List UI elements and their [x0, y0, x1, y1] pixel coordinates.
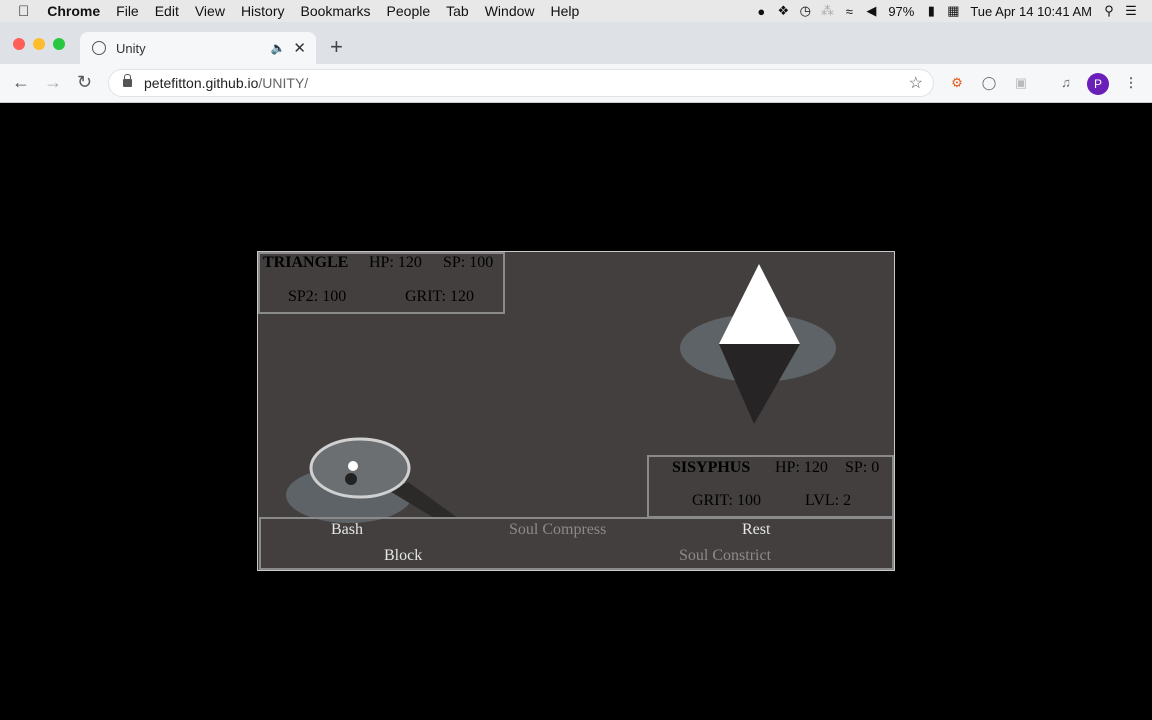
player-hp: HP: 120: [775, 459, 828, 476]
tab-title: Unity: [116, 40, 146, 56]
lock-icon[interactable]: [123, 74, 132, 87]
notification-center-icon[interactable]: ☰: [1120, 3, 1142, 19]
menu-edit[interactable]: Edit: [147, 3, 187, 19]
soul-compress-button[interactable]: Soul Compress: [509, 521, 606, 539]
player-sp: SP: 0: [845, 459, 880, 476]
game-canvas[interactable]: TRIANGLE HP: 120 SP: 100 SP2: 100 GRIT: …: [257, 251, 895, 571]
menu-clock[interactable]: Tue Apr 14 10:41 AM: [964, 4, 1098, 19]
wifi-icon[interactable]: ≈: [838, 4, 860, 19]
apple-menu-icon[interactable]: : [0, 3, 39, 20]
address-bar[interactable]: petefitton.github.io/UNITY/ ☆: [108, 69, 934, 97]
extension-icon-1[interactable]: ⚙: [949, 75, 965, 91]
profile-avatar[interactable]: P: [1087, 73, 1109, 95]
new-tab-button[interactable]: +: [330, 34, 343, 60]
bluetooth-icon[interactable]: ⁂: [816, 3, 838, 19]
enemy-triangle-top: [719, 264, 800, 344]
battery-percent[interactable]: 97%: [882, 4, 920, 19]
chrome-menu-icon[interactable]: ⋮: [1123, 75, 1139, 91]
menu-history[interactable]: History: [233, 3, 293, 19]
keyboard-layout-icon[interactable]: ▦: [942, 3, 964, 19]
player-eye-dark: [345, 473, 357, 485]
elephant-icon[interactable]: ●: [750, 4, 772, 19]
close-tab-icon[interactable]: ✕: [293, 39, 306, 57]
back-button[interactable]: ←: [12, 72, 30, 92]
menu-window[interactable]: Window: [477, 3, 543, 19]
extension-icon-2[interactable]: ◯: [981, 75, 997, 91]
block-button[interactable]: Block: [384, 547, 422, 565]
url-path: /UNITY/: [258, 75, 309, 91]
player-body: [309, 437, 411, 499]
maximize-window-button[interactable]: [53, 38, 65, 50]
dropbox-icon[interactable]: ❖: [772, 3, 794, 19]
enemy-triangle-bottom: [719, 344, 800, 424]
player-eye-white: [348, 461, 358, 471]
enemy-stats-panel: TRIANGLE HP: 120 SP: 100 SP2: 100 GRIT: …: [258, 252, 505, 314]
reload-button[interactable]: ↻: [77, 72, 92, 92]
volume-icon[interactable]: ◀: [860, 3, 882, 19]
enemy-sp: SP: 100: [443, 254, 494, 271]
globe-icon: [92, 41, 106, 55]
enemy-sp2: SP2: 100: [288, 288, 347, 305]
browser-toolbar: ← → ↻ petefitton.github.io/UNITY/ ☆ ⚙ ◯ …: [0, 64, 1152, 103]
player-stats-panel: SISYPHUS HP: 120 SP: 0 GRIT: 100 LVL: 2: [647, 455, 894, 518]
menu-tab[interactable]: Tab: [438, 3, 477, 19]
bash-button[interactable]: Bash: [331, 521, 363, 539]
browser-tab[interactable]: Unity 🔈 ✕: [80, 32, 316, 64]
media-controls-icon[interactable]: ♫: [1058, 75, 1074, 91]
minimize-window-button[interactable]: [33, 38, 45, 50]
time-machine-icon[interactable]: ◷: [794, 3, 816, 19]
battery-icon[interactable]: ▮: [920, 3, 942, 19]
enemy-name: TRIANGLE: [263, 254, 349, 271]
player-lvl: LVL: 2: [805, 492, 852, 509]
menu-bookmarks[interactable]: Bookmarks: [293, 3, 379, 19]
enemy-grit: GRIT: 120: [405, 288, 474, 305]
bookmark-star-icon[interactable]: ☆: [909, 73, 923, 93]
url-host: petefitton.github.io: [144, 75, 259, 91]
menu-app-name[interactable]: Chrome: [39, 3, 108, 19]
menu-people[interactable]: People: [379, 3, 439, 19]
enemy-hp: HP: 120: [369, 254, 422, 271]
menu-file[interactable]: File: [108, 3, 147, 19]
menu-help[interactable]: Help: [543, 3, 588, 19]
player-grit: GRIT: 100: [692, 492, 761, 509]
close-window-button[interactable]: [13, 38, 25, 50]
spotlight-search-icon[interactable]: ⚲: [1098, 3, 1120, 19]
player-name: SISYPHUS: [672, 459, 751, 476]
audio-playing-icon[interactable]: 🔈: [270, 41, 285, 55]
soul-constrict-button[interactable]: Soul Constrict: [679, 547, 771, 565]
forward-button[interactable]: →: [44, 72, 62, 92]
url-text[interactable]: petefitton.github.io/UNITY/: [144, 75, 308, 91]
extension-icon-3[interactable]: ▣: [1013, 75, 1029, 91]
action-menu: Bash Soul Compress Rest Block Soul Const…: [259, 517, 894, 570]
menu-view[interactable]: View: [187, 3, 233, 19]
rest-button[interactable]: Rest: [742, 521, 770, 539]
macos-menu-bar:  Chrome File Edit View History Bookmark…: [0, 0, 1152, 22]
